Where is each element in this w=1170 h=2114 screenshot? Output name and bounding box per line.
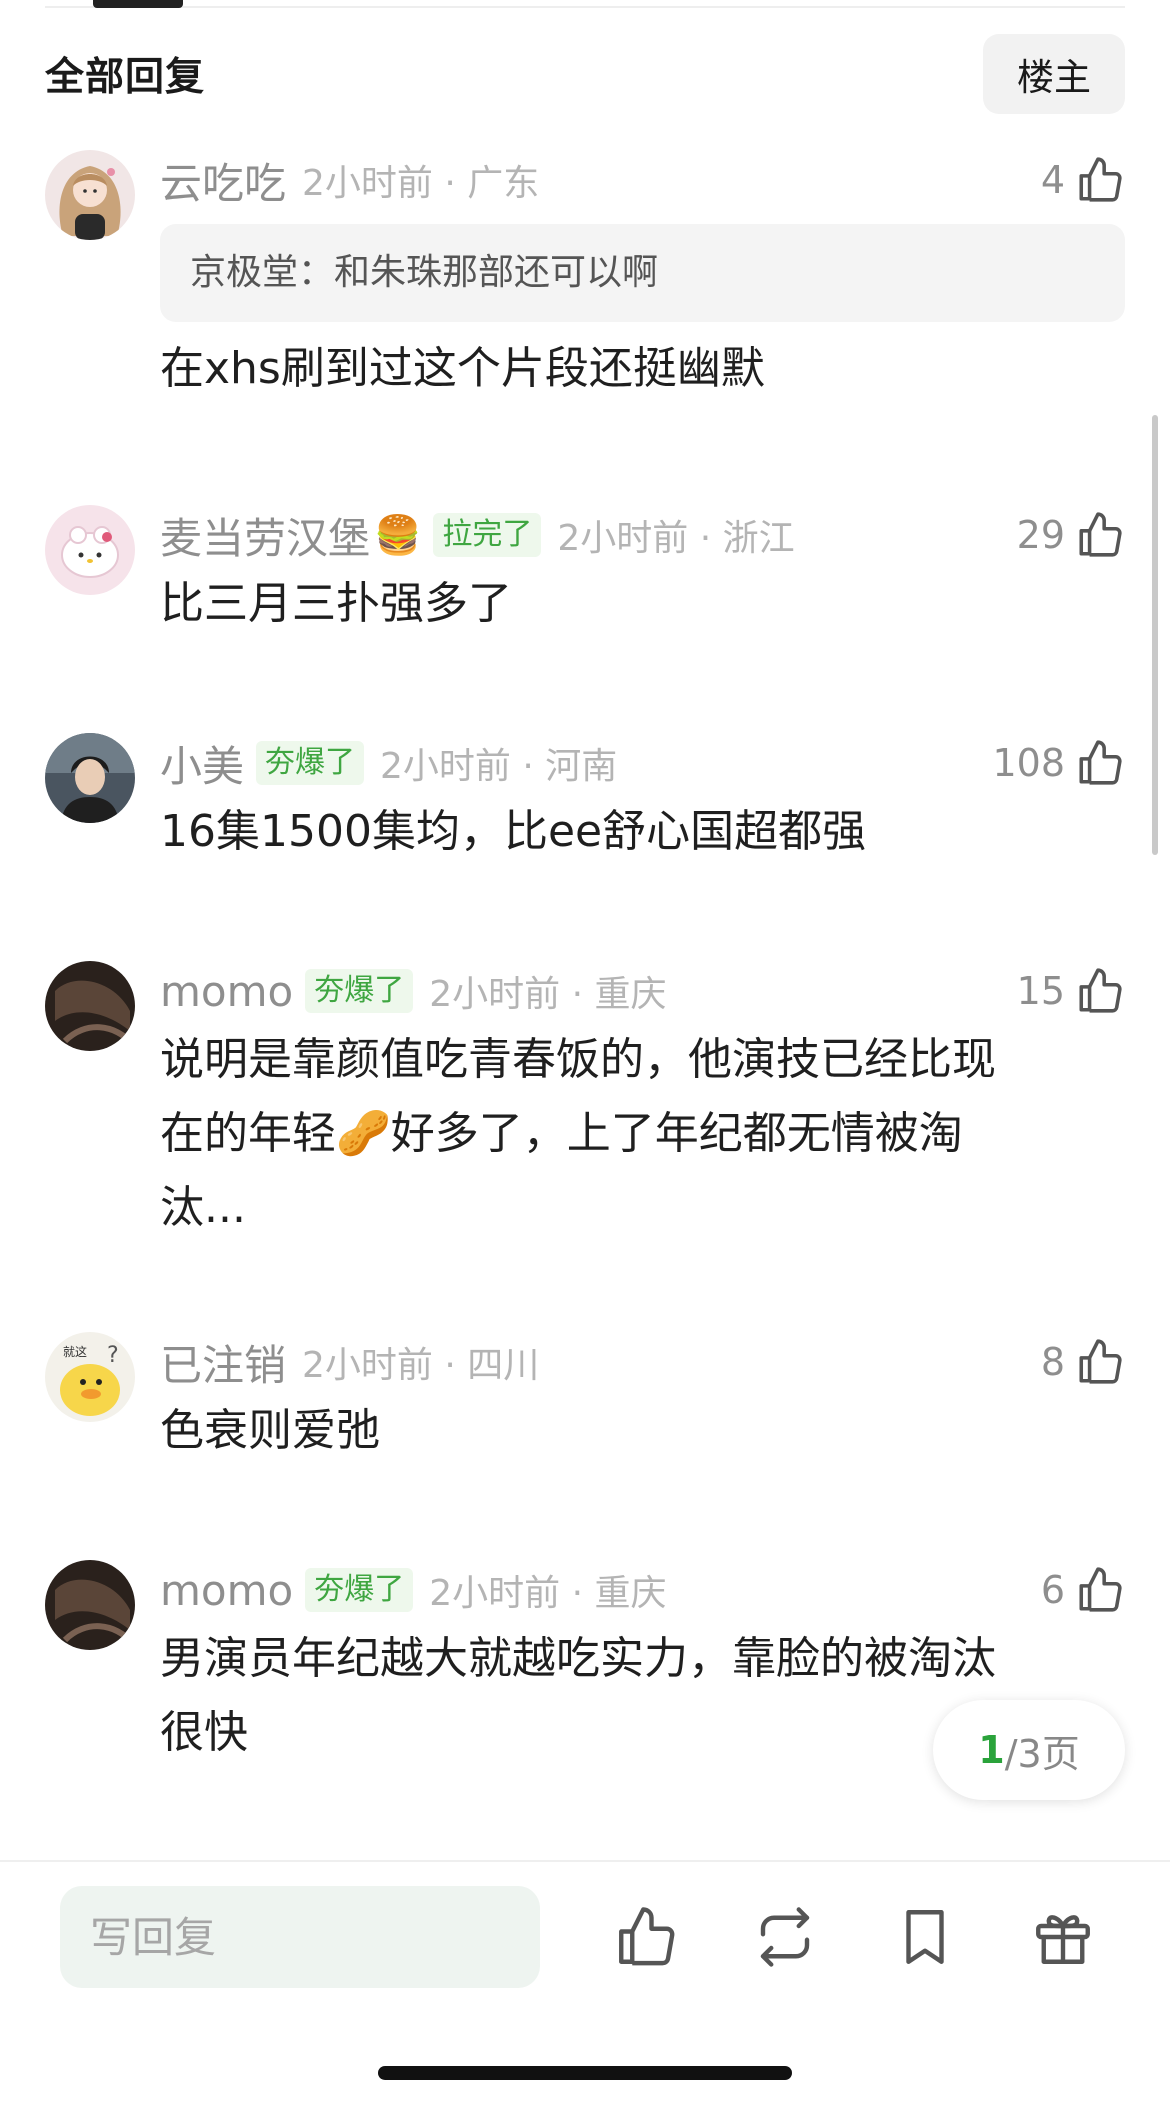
like-button[interactable]: 6: [1041, 1560, 1125, 1620]
like-button[interactable]: 29: [1017, 505, 1125, 565]
avatar[interactable]: [45, 733, 135, 823]
username-emoji: 🍔: [374, 512, 422, 557]
status-badge: 夯爆了: [256, 741, 365, 785]
scrollbar[interactable]: [1152, 415, 1158, 855]
comment-line: 16集1500集均，比ee舒心国超都强: [160, 806, 867, 857]
top-divider: [45, 6, 1125, 8]
comment-line: 汰...: [160, 1182, 246, 1233]
username[interactable]: momo: [160, 967, 293, 1016]
thumbs-up-icon: [1075, 155, 1125, 205]
like-count: 8: [1040, 1340, 1065, 1384]
like-count: 108: [992, 741, 1065, 785]
like-count: 4: [1040, 158, 1065, 202]
avatar[interactable]: [45, 505, 135, 595]
avatar[interactable]: [45, 961, 135, 1051]
like-button[interactable]: 4: [1041, 150, 1125, 210]
comment-text: 在xhs刷到过这个片段还挺幽默: [160, 332, 1125, 406]
bookmark-icon[interactable]: [892, 1904, 958, 1970]
avatar[interactable]: 就这 ?: [45, 1332, 135, 1422]
comment-line: 在xhs刷到过这个片段还挺幽默: [160, 343, 765, 394]
page-indicator[interactable]: 1/3页: [933, 1700, 1125, 1800]
comment-line: 比三月三扑强多了: [160, 578, 512, 629]
like-button[interactable]: 8: [1041, 1332, 1125, 1392]
time-location: 2小时前 · 重庆: [429, 974, 667, 1015]
repost-icon[interactable]: [752, 1904, 818, 1970]
avatar[interactable]: [45, 150, 135, 240]
time-location: 2小时前 · 广东: [302, 163, 540, 204]
quoted-reply[interactable]: 京极堂：和朱珠那部还可以啊: [160, 224, 1125, 322]
username[interactable]: 云吃吃: [160, 150, 286, 211]
username[interactable]: 已注销: [160, 1332, 286, 1393]
replies-header: 全部回复 楼主: [45, 34, 1125, 114]
like-count: 6: [1040, 1568, 1065, 1612]
comment-text: 说明是靠颜值吃青春饭的，他演技已经比现 在的年轻🥜好多了，上了年纪都无情被淘 汰…: [160, 1023, 1125, 1245]
avatar-label: 就这: [63, 1344, 87, 1359]
page-title: 全部回复: [45, 55, 206, 100]
thumbs-up-icon: [1075, 1337, 1125, 1387]
comment-line: 说明是靠颜值吃青春饭的，他演技已经比现: [160, 1034, 996, 1085]
username[interactable]: 麦当劳汉堡: [160, 505, 370, 566]
comment-line: 男演员年纪越大就越吃实力，靠脸的被淘汰: [160, 1633, 996, 1684]
tab-indicator: [93, 0, 183, 8]
username[interactable]: momo: [160, 1566, 293, 1615]
thumbs-up-icon: [1075, 966, 1125, 1016]
avatar[interactable]: [45, 1560, 135, 1650]
comment-text: 比三月三扑强多了: [160, 567, 1125, 641]
thumbs-up-icon: [1075, 738, 1125, 788]
reply-input[interactable]: [60, 1886, 540, 1988]
op-only-button[interactable]: 楼主: [983, 34, 1125, 114]
like-button[interactable]: 108: [992, 733, 1125, 793]
comment-line: 色衰则爱弛: [160, 1405, 380, 1456]
thumbs-up-icon: [1075, 510, 1125, 560]
comment-text: 色衰则爱弛: [160, 1394, 1125, 1468]
gift-icon[interactable]: [1030, 1904, 1096, 1970]
home-indicator[interactable]: [378, 2066, 792, 2080]
like-button[interactable]: 15: [1017, 961, 1125, 1021]
status-badge: 夯爆了: [305, 969, 414, 1013]
time-location: 2小时前 · 重庆: [429, 1573, 667, 1614]
svg-text:?: ?: [107, 1343, 119, 1368]
status-badge: 拉完了: [433, 513, 542, 557]
status-badge: 夯爆了: [305, 1568, 414, 1612]
comment-line: 在的年轻🥜好多了，上了年纪都无情被淘: [160, 1108, 963, 1159]
comment-text: 16集1500集均，比ee舒心国超都强: [160, 795, 1125, 869]
current-page: 1: [978, 1728, 1005, 1772]
thumbs-up-icon[interactable]: [613, 1904, 679, 1970]
time-location: 2小时前 · 四川: [302, 1345, 540, 1386]
username[interactable]: 小美: [160, 733, 244, 794]
thumbs-up-icon: [1075, 1565, 1125, 1615]
like-count: 29: [1016, 513, 1065, 557]
like-count: 15: [1016, 969, 1065, 1013]
total-pages: /3页: [1004, 1731, 1080, 1776]
time-location: 2小时前 · 浙江: [557, 518, 795, 559]
time-location: 2小时前 · 河南: [380, 746, 618, 787]
